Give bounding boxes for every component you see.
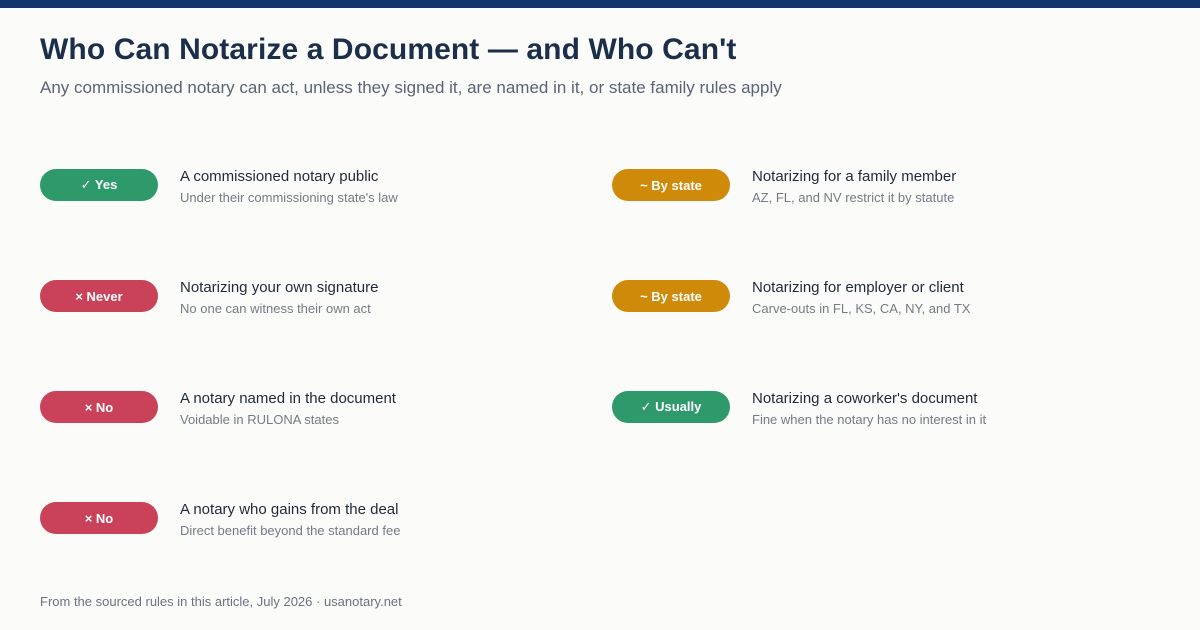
status-badge: × No <box>40 391 158 423</box>
status-badge: ~ By state <box>612 280 730 312</box>
item-description: Voidable in RULONA states <box>180 412 339 427</box>
list-item: ✓ Yes A commissioned notary public Under… <box>40 168 560 208</box>
status-badge: × No <box>40 502 158 534</box>
infographic: Who Can Notarize a Document — and Who Ca… <box>0 0 1200 630</box>
item-title: A commissioned notary public <box>180 168 379 185</box>
item-description: AZ, FL, and NV restrict it by statute <box>752 190 955 205</box>
item-description: Carve-outs in FL, KS, CA, NY, and TX <box>752 301 971 316</box>
list-item: × No A notary named in the document Void… <box>40 390 560 430</box>
status-badge: ✓ Usually <box>612 391 730 423</box>
page-title: Who Can Notarize a Document — and Who Ca… <box>40 33 737 66</box>
page-subtitle: Any commissioned notary can act, unless … <box>40 78 782 97</box>
list-item: × No A notary who gains from the deal Di… <box>40 501 560 541</box>
item-description: Direct benefit beyond the standard fee <box>180 523 401 538</box>
item-title: Notarizing your own signature <box>180 279 379 296</box>
item-title: Notarizing for a family member <box>752 168 957 185</box>
source-footer: From the sourced rules in this article, … <box>40 594 402 609</box>
list-item: ✓ Usually Notarizing a coworker's docume… <box>612 390 1132 430</box>
list-item: ~ By state Notarizing for employer or cl… <box>612 279 1132 319</box>
item-description: Fine when the notary has no interest in … <box>752 412 987 427</box>
item-title: A notary who gains from the deal <box>180 501 399 518</box>
item-description: Under their commissioning state's law <box>180 190 398 205</box>
status-badge: × Never <box>40 280 158 312</box>
item-title: A notary named in the document <box>180 390 396 407</box>
item-description: No one can witness their own act <box>180 301 371 316</box>
list-item: ~ By state Notarizing for a family membe… <box>612 168 1132 208</box>
top-accent-bar <box>0 0 1200 8</box>
item-title: Notarizing a coworker's document <box>752 390 978 407</box>
status-badge: ~ By state <box>612 169 730 201</box>
item-title: Notarizing for employer or client <box>752 279 964 296</box>
list-item: × Never Notarizing your own signature No… <box>40 279 560 319</box>
status-badge: ✓ Yes <box>40 169 158 201</box>
